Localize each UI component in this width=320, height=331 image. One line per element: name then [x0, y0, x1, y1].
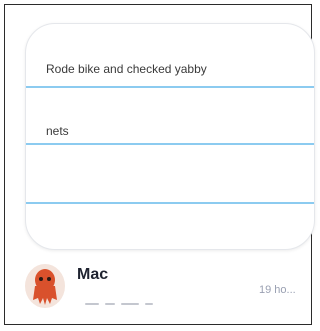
author-name[interactable]: Mac [77, 266, 108, 284]
post-time: 19 ho... [259, 284, 296, 296]
red-octopus-avatar-icon[interactable] [25, 264, 65, 308]
post-frame: Rode bike and checked yabby nets Mac 19 … [4, 4, 315, 325]
note-line-1: Rode bike and checked yabby [46, 62, 207, 76]
note-line-2: nets [46, 124, 69, 138]
note-card[interactable]: Rode bike and checked yabby nets [25, 23, 315, 250]
author-subtitle-blurred [85, 300, 185, 308]
note-rule-2 [26, 143, 314, 145]
note-rule-1 [26, 86, 314, 88]
note-rule-3 [26, 202, 314, 204]
author-row[interactable]: Mac 19 ho... [25, 260, 315, 316]
